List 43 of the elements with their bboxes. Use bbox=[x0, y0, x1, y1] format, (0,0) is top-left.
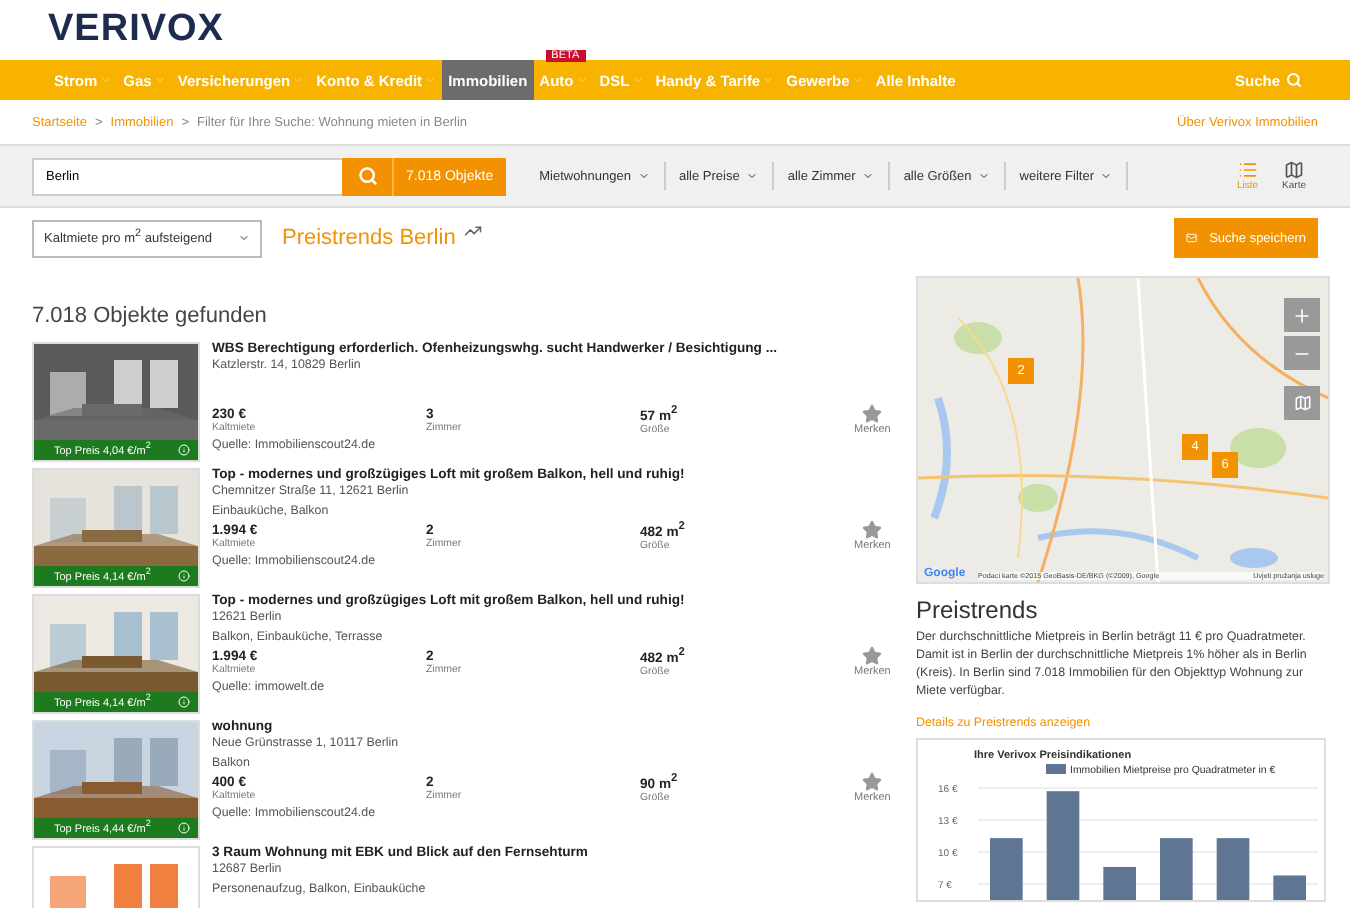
preistrends-heading: Preistrends bbox=[916, 596, 1040, 624]
star-icon bbox=[862, 646, 883, 666]
chart-icon bbox=[463, 221, 482, 239]
caret-icon bbox=[637, 170, 649, 182]
zoom-in-button[interactable] bbox=[1284, 298, 1320, 332]
caret-icon bbox=[238, 232, 250, 244]
search-button[interactable] bbox=[342, 157, 392, 195]
legend-swatch bbox=[1046, 763, 1066, 774]
caret-icon bbox=[631, 74, 644, 86]
chart-bar bbox=[1103, 866, 1136, 900]
info-icon[interactable] bbox=[178, 696, 190, 708]
map-icon bbox=[1293, 394, 1311, 412]
star-icon bbox=[862, 404, 883, 424]
map-icon bbox=[1284, 160, 1305, 180]
map-view-button[interactable] bbox=[1284, 386, 1320, 420]
star-icon bbox=[862, 772, 883, 792]
search-icon bbox=[1286, 72, 1302, 88]
info-icon[interactable] bbox=[178, 822, 190, 834]
caret-icon bbox=[977, 170, 990, 182]
chart-bar bbox=[1273, 875, 1306, 900]
preistrends-link[interactable]: Preistrends Berlin bbox=[282, 226, 456, 250]
plus-icon bbox=[1292, 305, 1312, 325]
logo[interactable]: VERIVOX bbox=[48, 8, 224, 52]
results-heading: 7.018 Objekte gefunden bbox=[32, 304, 269, 328]
caret-icon bbox=[424, 74, 437, 86]
caret-icon bbox=[762, 74, 775, 86]
mail-icon bbox=[1186, 230, 1198, 246]
info-icon[interactable] bbox=[178, 570, 190, 582]
chart-bar bbox=[1046, 791, 1080, 900]
chart-bar bbox=[1216, 838, 1250, 900]
caret-icon bbox=[851, 74, 864, 86]
info-icon[interactable] bbox=[178, 444, 190, 456]
caret-icon bbox=[99, 74, 112, 86]
search-icon bbox=[357, 166, 377, 186]
chart-bar bbox=[1160, 838, 1193, 900]
caret-icon bbox=[1100, 170, 1112, 182]
caret-icon bbox=[292, 74, 305, 86]
caret-icon bbox=[745, 170, 758, 182]
chart-bar bbox=[990, 838, 1023, 900]
caret-icon bbox=[575, 74, 588, 86]
caret-icon bbox=[861, 170, 874, 182]
star-icon bbox=[862, 520, 883, 540]
caret-icon bbox=[153, 74, 166, 86]
